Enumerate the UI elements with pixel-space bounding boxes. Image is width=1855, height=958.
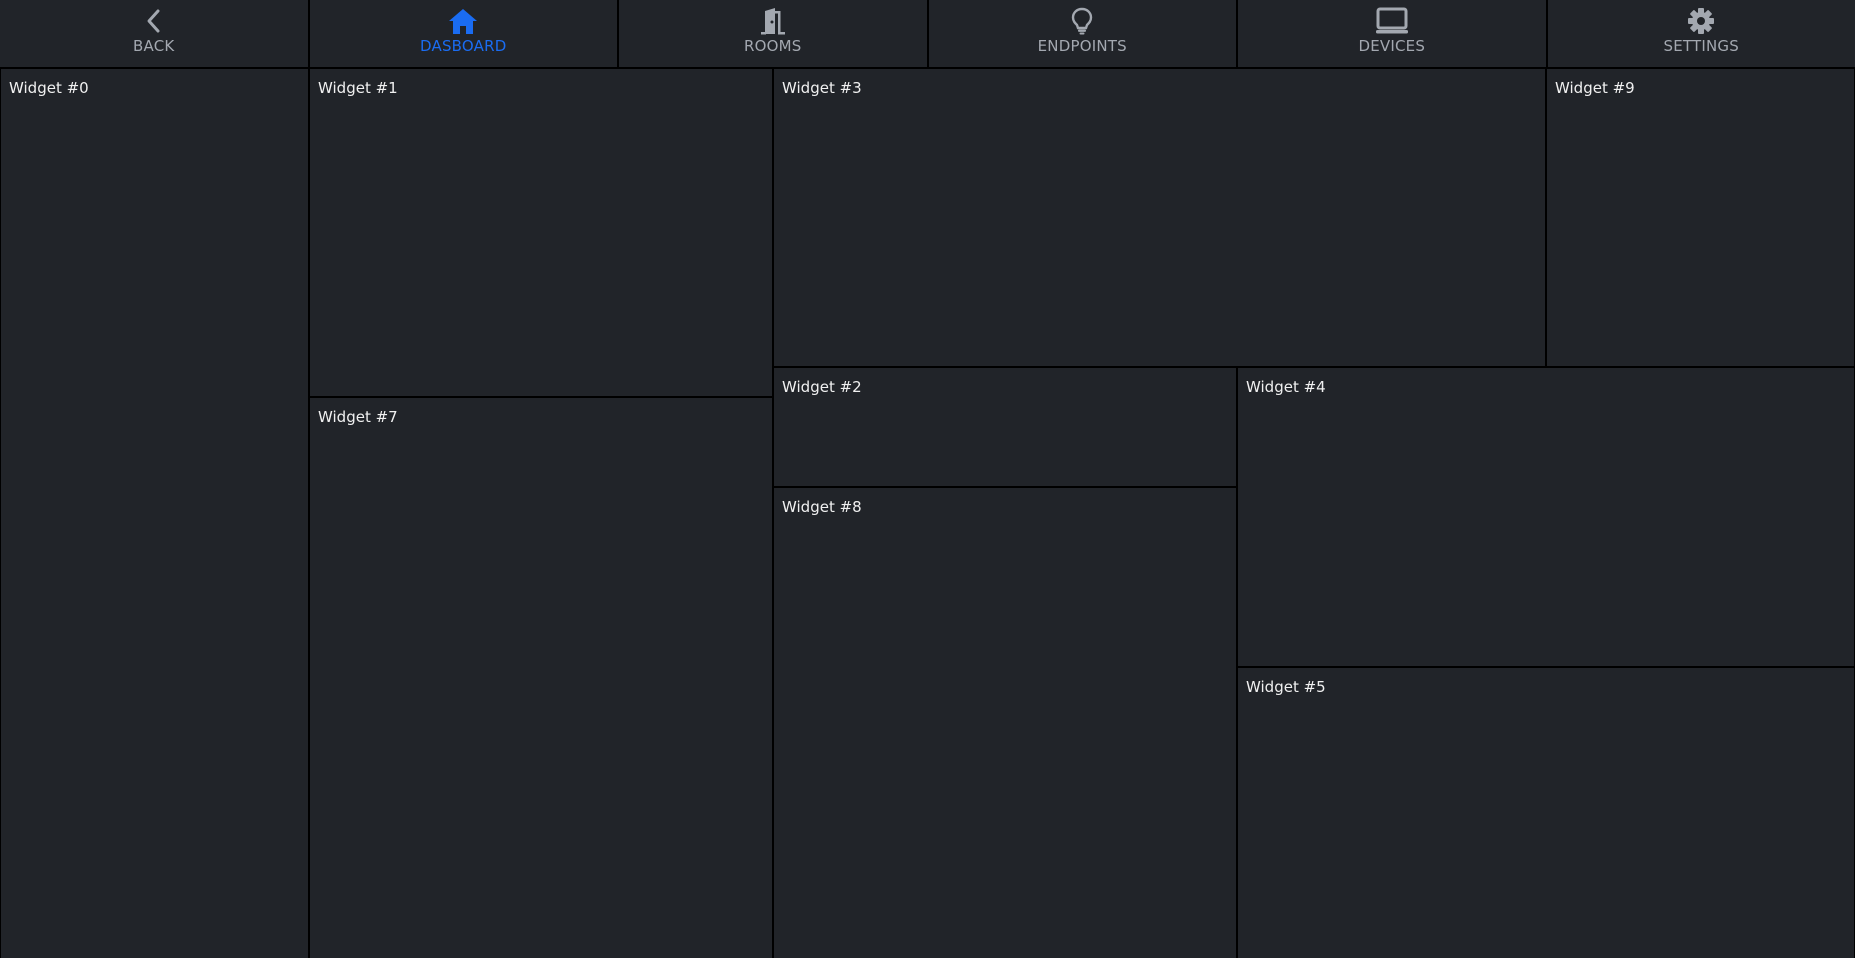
nav-label-settings: SETTINGS <box>1663 37 1739 55</box>
widget-9[interactable]: Widget #9 <box>1547 69 1854 366</box>
nav-label-devices: DEVICES <box>1358 37 1426 55</box>
nav-label-dashboard: DASBOARD <box>420 37 507 55</box>
gear-icon <box>1684 6 1718 36</box>
widget-8[interactable]: Widget #8 <box>774 488 1236 958</box>
widget-title: Widget #3 <box>782 79 862 97</box>
lightbulb-icon <box>1065 6 1099 36</box>
nav-label-endpoints: ENDPOINTS <box>1037 37 1127 55</box>
widget-title: Widget #7 <box>318 408 398 426</box>
widget-0[interactable]: Widget #0 <box>1 69 308 958</box>
nav-item-rooms[interactable]: ROOMS <box>619 0 927 67</box>
widget-title: Widget #8 <box>782 498 862 516</box>
top-navigation: BACK DASBOARD ROOMS ENDPOINTS DEVICES SE… <box>0 0 1855 67</box>
widget-title: Widget #2 <box>782 378 862 396</box>
app-window: BACK DASBOARD ROOMS ENDPOINTS DEVICES SE… <box>0 0 1855 958</box>
door-icon <box>756 6 790 36</box>
nav-label-back: BACK <box>133 37 175 55</box>
widget-title: Widget #5 <box>1246 678 1326 696</box>
monitor-icon <box>1375 6 1409 36</box>
widget-2[interactable]: Widget #2 <box>774 368 1236 486</box>
widget-4[interactable]: Widget #4 <box>1238 368 1854 666</box>
nav-item-dashboard[interactable]: DASBOARD <box>309 0 617 67</box>
nav-item-settings[interactable]: SETTINGS <box>1547 0 1855 67</box>
widget-7[interactable]: Widget #7 <box>310 398 772 958</box>
home-icon <box>446 6 480 36</box>
widget-title: Widget #0 <box>9 79 89 97</box>
chevron-left-icon <box>137 6 171 36</box>
nav-item-devices[interactable]: DEVICES <box>1238 0 1546 67</box>
widget-title: Widget #4 <box>1246 378 1326 396</box>
nav-label-rooms: ROOMS <box>744 37 802 55</box>
widget-1[interactable]: Widget #1 <box>310 69 772 396</box>
widget-title: Widget #9 <box>1555 79 1635 97</box>
widget-3[interactable]: Widget #3 <box>774 69 1545 366</box>
widget-5[interactable]: Widget #5 <box>1238 668 1854 958</box>
nav-item-back[interactable]: BACK <box>0 0 308 67</box>
widget-title: Widget #1 <box>318 79 398 97</box>
nav-item-endpoints[interactable]: ENDPOINTS <box>928 0 1236 67</box>
